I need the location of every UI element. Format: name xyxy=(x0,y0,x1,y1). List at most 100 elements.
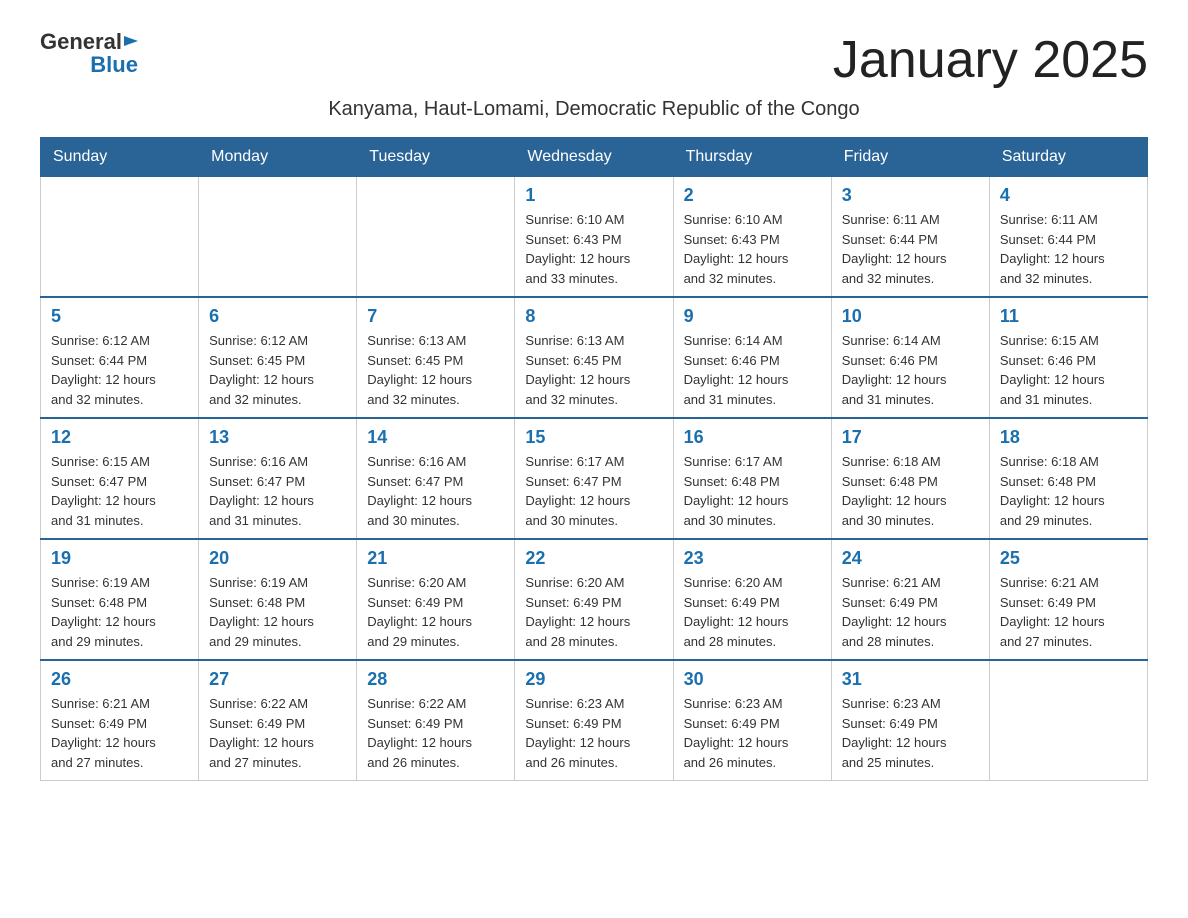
day-number: 6 xyxy=(209,306,346,327)
calendar-cell: 3Sunrise: 6:11 AM Sunset: 6:44 PM Daylig… xyxy=(831,177,989,298)
day-number: 19 xyxy=(51,548,188,569)
calendar-cell: 4 Sunrise: 6:11 AM Sunset: 6:44 PM Daylig… xyxy=(989,177,1147,298)
calendar-cell: 21Sunrise: 6:20 AM Sunset: 6:49 PM Dayli… xyxy=(357,539,515,660)
logo-general: General xyxy=(40,30,122,54)
day-info: Sunrise: 6:11 AM Sunset: 6:44 PM Dayligh… xyxy=(1000,210,1137,288)
calendar-week-row: 1 Sunrise: 6:10 AM Sunset: 6:43 PM Daylig… xyxy=(41,177,1148,298)
day-number: 24 xyxy=(842,548,979,569)
calendar-week-row: 26 Sunrise: 6:21 AM Sunset: 6:49 PM Dayli… xyxy=(41,660,1148,781)
calendar-cell xyxy=(41,177,199,298)
day-number: 20 xyxy=(209,548,346,569)
calendar-cell: 10Sunrise: 6:14 AM Sunset: 6:46 PM Dayli… xyxy=(831,297,989,418)
day-number: 2 xyxy=(684,185,821,206)
logo: General Blue xyxy=(40,30,138,76)
calendar-cell: 5 Sunrise: 6:12 AM Sunset: 6:44 PM Daylig… xyxy=(41,297,199,418)
page-header: General Blue January 2025 xyxy=(40,30,1148,90)
day-number: 5 xyxy=(51,306,188,327)
calendar-header-row: SundayMondayTuesdayWednesdayThursdayFrid… xyxy=(41,138,1148,177)
day-number: 27 xyxy=(209,669,346,690)
day-number: 26 xyxy=(51,669,188,690)
day-info: Sunrise: 6:12 AM Sunset: 6:45 PM Dayligh… xyxy=(209,331,346,409)
day-number: 13 xyxy=(209,427,346,448)
day-number: 7 xyxy=(367,306,504,327)
calendar-cell: 18Sunrise: 6:18 AM Sunset: 6:48 PM Dayli… xyxy=(989,418,1147,539)
day-number: 22 xyxy=(525,548,662,569)
calendar-header-tuesday: Tuesday xyxy=(357,138,515,177)
calendar-cell: 24 Sunrise: 6:21 AM Sunset: 6:49 PM Dayli… xyxy=(831,539,989,660)
calendar-cell: 29Sunrise: 6:23 AM Sunset: 6:49 PM Dayli… xyxy=(515,660,673,781)
calendar-cell: 17 Sunrise: 6:18 AM Sunset: 6:48 PM Dayli… xyxy=(831,418,989,539)
day-number: 11 xyxy=(1000,306,1137,327)
calendar-cell: 31Sunrise: 6:23 AM Sunset: 6:49 PM Dayli… xyxy=(831,660,989,781)
calendar-cell: 13 Sunrise: 6:16 AM Sunset: 6:47 PM Dayli… xyxy=(199,418,357,539)
calendar-week-row: 5 Sunrise: 6:12 AM Sunset: 6:44 PM Daylig… xyxy=(41,297,1148,418)
day-number: 14 xyxy=(367,427,504,448)
calendar-cell: 12Sunrise: 6:15 AM Sunset: 6:47 PM Dayli… xyxy=(41,418,199,539)
day-number: 28 xyxy=(367,669,504,690)
calendar-cell: 11Sunrise: 6:15 AM Sunset: 6:46 PM Dayli… xyxy=(989,297,1147,418)
calendar-cell: 9 Sunrise: 6:14 AM Sunset: 6:46 PM Daylig… xyxy=(673,297,831,418)
calendar-table: SundayMondayTuesdayWednesdayThursdayFrid… xyxy=(40,137,1148,781)
day-info: Sunrise: 6:16 AM Sunset: 6:47 PM Dayligh… xyxy=(209,452,346,530)
day-number: 8 xyxy=(525,306,662,327)
day-info: Sunrise: 6:13 AM Sunset: 6:45 PM Dayligh… xyxy=(367,331,504,409)
day-info: Sunrise: 6:20 AM Sunset: 6:49 PM Dayligh… xyxy=(525,573,662,651)
day-number: 3 xyxy=(842,185,979,206)
day-info: Sunrise: 6:19 AM Sunset: 6:48 PM Dayligh… xyxy=(51,573,188,651)
calendar-header-friday: Friday xyxy=(831,138,989,177)
day-number: 31 xyxy=(842,669,979,690)
day-info: Sunrise: 6:22 AM Sunset: 6:49 PM Dayligh… xyxy=(209,694,346,772)
day-info: Sunrise: 6:19 AM Sunset: 6:48 PM Dayligh… xyxy=(209,573,346,651)
day-info: Sunrise: 6:12 AM Sunset: 6:44 PM Dayligh… xyxy=(51,331,188,409)
calendar-header-thursday: Thursday xyxy=(673,138,831,177)
calendar-header-wednesday: Wednesday xyxy=(515,138,673,177)
calendar-cell xyxy=(989,660,1147,781)
day-number: 30 xyxy=(684,669,821,690)
calendar-cell: 25Sunrise: 6:21 AM Sunset: 6:49 PM Dayli… xyxy=(989,539,1147,660)
calendar-cell: 14 Sunrise: 6:16 AM Sunset: 6:47 PM Dayli… xyxy=(357,418,515,539)
calendar-cell xyxy=(357,177,515,298)
calendar-cell: 22 Sunrise: 6:20 AM Sunset: 6:49 PM Dayli… xyxy=(515,539,673,660)
day-info: Sunrise: 6:23 AM Sunset: 6:49 PM Dayligh… xyxy=(684,694,821,772)
calendar-week-row: 12Sunrise: 6:15 AM Sunset: 6:47 PM Dayli… xyxy=(41,418,1148,539)
calendar-cell: 8 Sunrise: 6:13 AM Sunset: 6:45 PM Daylig… xyxy=(515,297,673,418)
day-info: Sunrise: 6:17 AM Sunset: 6:48 PM Dayligh… xyxy=(684,452,821,530)
calendar-header-monday: Monday xyxy=(199,138,357,177)
calendar-cell: 7 Sunrise: 6:13 AM Sunset: 6:45 PM Daylig… xyxy=(357,297,515,418)
day-info: Sunrise: 6:15 AM Sunset: 6:47 PM Dayligh… xyxy=(51,452,188,530)
day-info: Sunrise: 6:16 AM Sunset: 6:47 PM Dayligh… xyxy=(367,452,504,530)
calendar-cell: 23 Sunrise: 6:20 AM Sunset: 6:49 PM Dayli… xyxy=(673,539,831,660)
day-info: Sunrise: 6:18 AM Sunset: 6:48 PM Dayligh… xyxy=(842,452,979,530)
day-info: Sunrise: 6:22 AM Sunset: 6:49 PM Dayligh… xyxy=(367,694,504,772)
day-number: 16 xyxy=(684,427,821,448)
day-info: Sunrise: 6:21 AM Sunset: 6:49 PM Dayligh… xyxy=(51,694,188,772)
day-number: 18 xyxy=(1000,427,1137,448)
day-info: Sunrise: 6:14 AM Sunset: 6:46 PM Dayligh… xyxy=(842,331,979,409)
day-number: 4 xyxy=(1000,185,1137,206)
day-number: 17 xyxy=(842,427,979,448)
calendar-header-sunday: Sunday xyxy=(41,138,199,177)
calendar-cell: 2 Sunrise: 6:10 AM Sunset: 6:43 PM Daylig… xyxy=(673,177,831,298)
day-number: 23 xyxy=(684,548,821,569)
calendar-header-saturday: Saturday xyxy=(989,138,1147,177)
day-info: Sunrise: 6:17 AM Sunset: 6:47 PM Dayligh… xyxy=(525,452,662,530)
day-info: Sunrise: 6:13 AM Sunset: 6:45 PM Dayligh… xyxy=(525,331,662,409)
day-number: 9 xyxy=(684,306,821,327)
logo-arrow-icon xyxy=(124,34,138,48)
day-info: Sunrise: 6:10 AM Sunset: 6:43 PM Dayligh… xyxy=(684,210,821,288)
calendar-subtitle: Kanyama, Haut-Lomami, Democratic Republi… xyxy=(40,98,1148,121)
day-info: Sunrise: 6:20 AM Sunset: 6:49 PM Dayligh… xyxy=(684,573,821,651)
calendar-cell: 15 Sunrise: 6:17 AM Sunset: 6:47 PM Dayli… xyxy=(515,418,673,539)
day-info: Sunrise: 6:14 AM Sunset: 6:46 PM Dayligh… xyxy=(684,331,821,409)
day-number: 1 xyxy=(525,185,662,206)
calendar-cell: 6 Sunrise: 6:12 AM Sunset: 6:45 PM Daylig… xyxy=(199,297,357,418)
calendar-cell: 20 Sunrise: 6:19 AM Sunset: 6:48 PM Dayli… xyxy=(199,539,357,660)
day-info: Sunrise: 6:20 AM Sunset: 6:49 PM Dayligh… xyxy=(367,573,504,651)
day-info: Sunrise: 6:23 AM Sunset: 6:49 PM Dayligh… xyxy=(525,694,662,772)
calendar-cell: 16 Sunrise: 6:17 AM Sunset: 6:48 PM Dayli… xyxy=(673,418,831,539)
calendar-cell: 28 Sunrise: 6:22 AM Sunset: 6:49 PM Dayli… xyxy=(357,660,515,781)
logo-blue: Blue xyxy=(90,54,138,76)
day-info: Sunrise: 6:21 AM Sunset: 6:49 PM Dayligh… xyxy=(842,573,979,651)
calendar-cell: 27 Sunrise: 6:22 AM Sunset: 6:49 PM Dayli… xyxy=(199,660,357,781)
day-number: 15 xyxy=(525,427,662,448)
